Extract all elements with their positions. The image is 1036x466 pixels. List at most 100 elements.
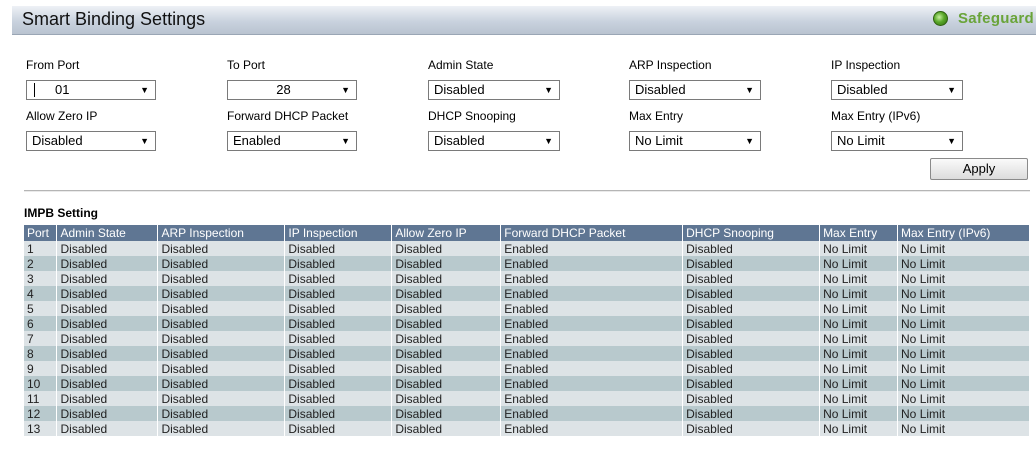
table-cell: Enabled	[500, 286, 684, 301]
table-cell: Disabled	[157, 286, 286, 301]
table-cell: No Limit	[819, 361, 899, 376]
table-cell: No Limit	[819, 421, 899, 436]
safeguard-dot-icon	[932, 11, 948, 26]
table-cell: Disabled	[682, 331, 821, 346]
text-cursor	[34, 83, 35, 97]
col-admin-state-header: Admin State	[56, 225, 159, 241]
table-cell: Disabled	[284, 376, 393, 391]
title-bar: Smart Binding Settings Safeguard	[12, 6, 1036, 35]
table-row: 5 Disabled Disabled Disabled Disabled Enabled…	[24, 301, 1030, 316]
table-cell: No Limit	[897, 406, 1030, 421]
table-cell: 1	[24, 241, 58, 256]
to-port-select[interactable]: 28 ▼	[227, 80, 357, 100]
table-cell: No Limit	[897, 301, 1030, 316]
table-cell: Disabled	[56, 316, 159, 331]
table-cell: No Limit	[897, 241, 1030, 256]
table-cell: Disabled	[284, 406, 393, 421]
to-port-label: To Port	[227, 58, 266, 72]
table-cell: 4	[24, 286, 58, 301]
table-cell: 8	[24, 346, 58, 361]
table-row: 10 Disabled Disabled Disabled Disabled Enable…	[24, 376, 1030, 391]
max-entry-label: Max Entry	[629, 109, 684, 123]
table-cell: 7	[24, 331, 58, 346]
table-cell: Disabled	[157, 271, 286, 286]
from-port-select[interactable]: 01 ▼	[26, 80, 156, 100]
table-cell: Enabled	[500, 331, 684, 346]
chevron-down-icon: ▼	[544, 136, 553, 146]
allow-zero-ip-select[interactable]: Disabled ▼	[26, 131, 156, 151]
table-cell: Enabled	[500, 346, 684, 361]
table-cell: Enabled	[500, 391, 684, 406]
table-cell: Disabled	[284, 421, 393, 436]
table-cell: No Limit	[897, 256, 1030, 271]
table-cell: Disabled	[157, 241, 286, 256]
forward-dhcp-select[interactable]: Enabled ▼	[227, 131, 357, 151]
table-cell: Disabled	[284, 271, 393, 286]
max-entry-ipv6-select[interactable]: No Limit ▼	[831, 131, 963, 151]
table-cell: No Limit	[897, 376, 1030, 391]
chevron-down-icon: ▼	[341, 136, 350, 146]
table-cell: 6	[24, 316, 58, 331]
table-cell: Disabled	[56, 406, 159, 421]
from-port-label: From Port	[26, 58, 80, 72]
table-cell: Disabled	[284, 241, 393, 256]
table-cell: No Limit	[897, 331, 1030, 346]
apply-button[interactable]: Apply	[930, 158, 1028, 180]
table-cell: No Limit	[897, 316, 1030, 331]
from-port-value: 01	[55, 82, 70, 97]
dhcp-snooping-label: DHCP Snooping	[428, 109, 516, 123]
table-cell: Disabled	[682, 346, 821, 361]
max-entry-ipv6-value: No Limit	[837, 133, 885, 148]
table-cell: Disabled	[157, 391, 286, 406]
table-cell: No Limit	[897, 391, 1030, 406]
table-cell: Disabled	[157, 316, 286, 331]
table-cell: Disabled	[56, 301, 159, 316]
table-row: 7 Disabled Disabled Disabled Disabled Enabled…	[24, 331, 1030, 346]
table-cell: No Limit	[819, 376, 899, 391]
table-cell: Disabled	[682, 241, 821, 256]
table-row: 8 Disabled Disabled Disabled Disabled Enabled…	[24, 346, 1030, 361]
table-cell: Disabled	[284, 331, 393, 346]
to-port-value: 28	[276, 82, 291, 97]
forward-dhcp-value: Enabled	[233, 133, 281, 148]
table-cell: 5	[24, 301, 58, 316]
col-forward-dhcp-header: Forward DHCP Packet	[500, 225, 684, 241]
admin-state-value: Disabled	[434, 82, 485, 97]
table-cell: Disabled	[391, 241, 502, 256]
table-header-row: Port Admin State ARP Inspection IP Inspe…	[24, 225, 1030, 241]
safeguard-indicator[interactable]: Safeguard	[932, 10, 1034, 27]
table-cell: Disabled	[56, 241, 159, 256]
table-cell: Disabled	[56, 346, 159, 361]
col-max-entry-ipv6-header: Max Entry (IPv6)	[897, 225, 1030, 241]
table-cell: Disabled	[157, 406, 286, 421]
table-cell: Enabled	[500, 271, 684, 286]
table-cell: No Limit	[819, 391, 899, 406]
table-cell: Disabled	[157, 421, 286, 436]
table-cell: Disabled	[157, 361, 286, 376]
allow-zero-ip-label: Allow Zero IP	[26, 109, 98, 123]
max-entry-select[interactable]: No Limit ▼	[629, 131, 761, 151]
table-cell: No Limit	[819, 316, 899, 331]
chevron-down-icon: ▼	[947, 85, 956, 95]
table-cell: No Limit	[897, 361, 1030, 376]
table-cell: Enabled	[500, 406, 684, 421]
table-cell: Disabled	[682, 406, 821, 421]
table-cell: Disabled	[56, 361, 159, 376]
table-cell: No Limit	[819, 271, 899, 286]
col-port-header: Port	[24, 225, 58, 241]
table-cell: 13	[24, 421, 58, 436]
admin-state-label: Admin State	[428, 58, 494, 72]
dhcp-snooping-select[interactable]: Disabled ▼	[428, 131, 560, 151]
table-cell: Disabled	[682, 361, 821, 376]
arp-inspection-select[interactable]: Disabled ▼	[629, 80, 761, 100]
table-cell: Disabled	[391, 361, 502, 376]
table-cell: Enabled	[500, 316, 684, 331]
ip-inspection-select[interactable]: Disabled ▼	[831, 80, 963, 100]
table-row: 1 Disabled Disabled Disabled Disabled Enabled…	[24, 241, 1030, 256]
table-row: 11 Disabled Disabled Disabled Disabled Enable…	[24, 391, 1030, 406]
table-cell: 9	[24, 361, 58, 376]
admin-state-select[interactable]: Disabled ▼	[428, 80, 560, 100]
table-cell: Disabled	[284, 346, 393, 361]
table-cell: No Limit	[897, 286, 1030, 301]
dhcp-snooping-value: Disabled	[434, 133, 485, 148]
